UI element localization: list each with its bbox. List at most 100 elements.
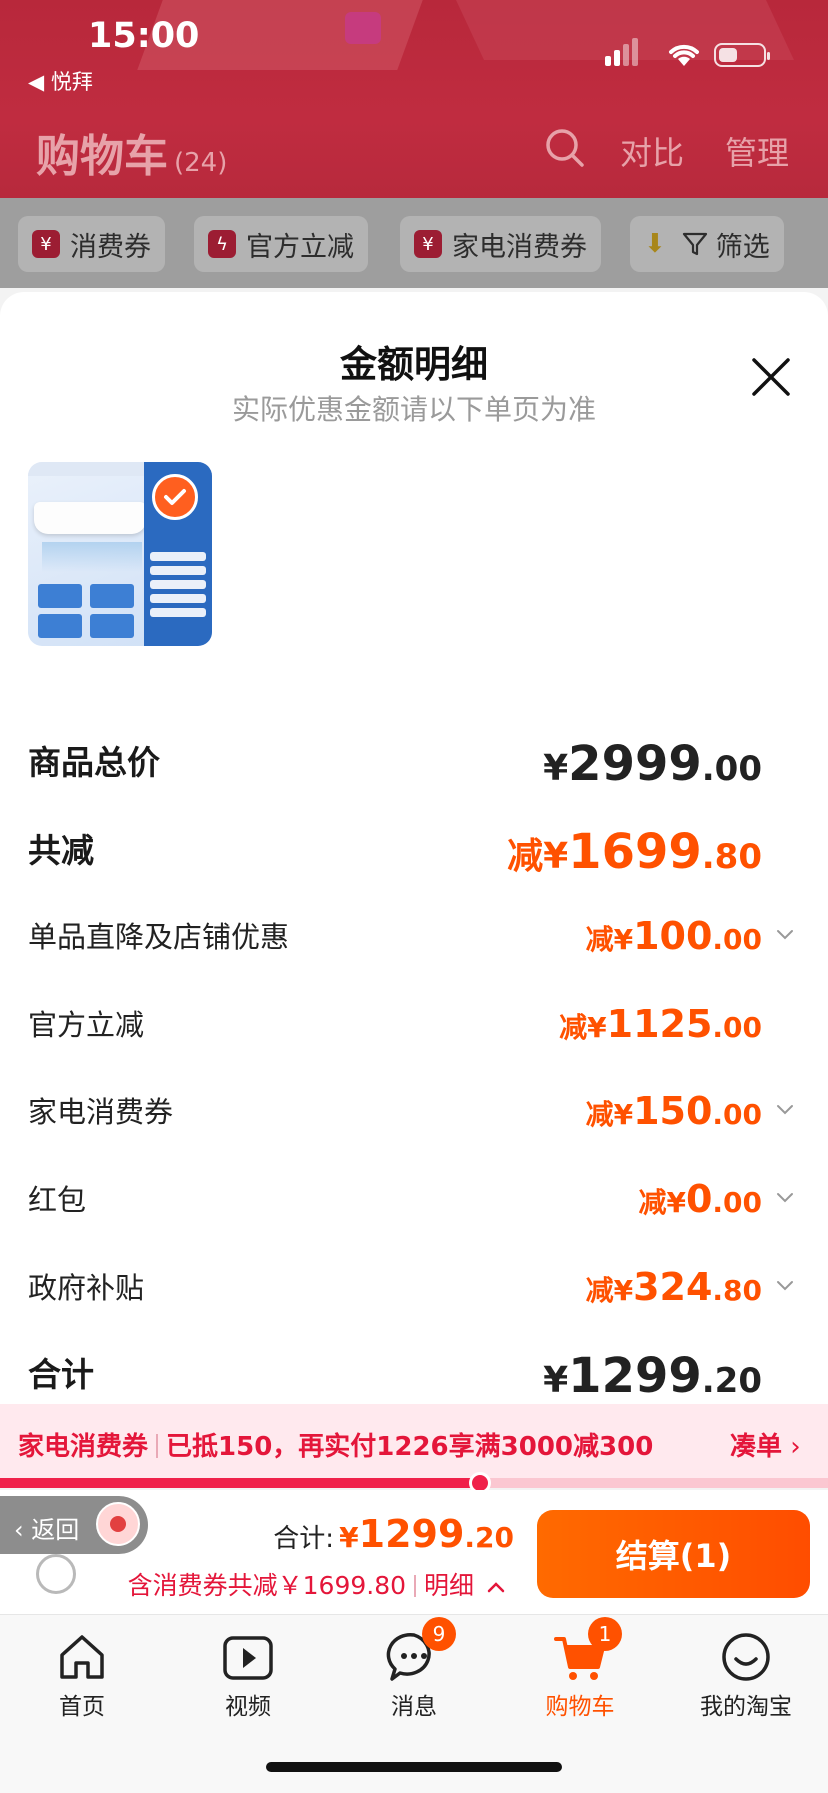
filter-chip-appliance-coupon[interactable]: ¥ 家电消费券 [400,216,601,272]
chevron-right-icon: › [790,1432,801,1462]
amount-integer: 100 [633,914,713,958]
close-icon[interactable] [750,356,792,398]
amount-decimal: .00 [712,1186,762,1219]
filter-chip-label: 官方立减 [246,231,354,263]
amount-integer: 1299 [358,1512,465,1556]
amount-decimal: .00 [712,923,762,956]
home-icon [54,1629,110,1685]
filter-chip-label: 筛选 [715,231,770,263]
amount-decimal: .00 [712,1098,762,1131]
airflow-graphic [42,542,142,572]
filter-chip-consumer-coupon[interactable]: ¥ 消费券 [18,216,165,272]
banner-message: 已抵150，再实付1226享满3000减300 [166,1432,654,1462]
add-on-label: 凑单 [730,1432,783,1462]
row-item-store-discount[interactable]: 单品直降及店铺优惠 减¥100.00 [28,914,798,964]
tab-home[interactable]: 首页 [12,1629,152,1721]
row-amount: 减¥100.00 [586,914,762,958]
message-badge: 9 [422,1617,456,1651]
cart-count: (24) [174,148,228,178]
chat-bubble-icon: 9 [386,1617,456,1685]
amount-prefix: 减¥ [559,1011,607,1044]
row-label: 共减 [28,831,94,870]
product-thumbnail[interactable] [28,462,212,646]
chevron-down-icon[interactable] [776,1277,794,1295]
chevron-down-icon[interactable] [776,1101,794,1119]
row-label: 政府补贴 [28,1271,145,1305]
row-amount: 减¥324.80 [586,1265,762,1309]
status-back-app: 悦拜 [50,70,93,94]
feature-tile [90,614,134,638]
amount-prefix: ¥ [339,1521,359,1554]
filter-chip-label: 家电消费券 [452,231,587,263]
amount-decimal: .20 [701,1361,762,1401]
battery-icon [714,43,770,67]
amount-decimal: .20 [464,1521,514,1554]
filter-chip-official-discount[interactable]: ϟ 官方立减 [194,216,368,272]
feature-line [150,566,206,575]
amount-decimal: .80 [712,1274,762,1307]
feature-line [150,594,206,603]
sheet-subtitle: 实际优惠金额请以下单页为准 [231,393,596,426]
return-button[interactable]: ‹ 返回 [0,1496,148,1554]
row-amount: 减¥1125.00 [559,1002,762,1046]
checkout-bar: ‹ 返回 合计: ¥1299.20 含消费券共减￥1699.80 明细 结算(1) [0,1490,828,1614]
tab-cart[interactable]: 1 购物车 [510,1617,650,1721]
return-text: 返回 [31,1516,80,1544]
filter-chip-filter[interactable]: ⬇ 筛选 [630,216,784,272]
amount-integer: 324 [633,1265,713,1309]
total-label: 合计: [273,1524,335,1554]
tab-messages[interactable]: 9 消息 [344,1617,484,1721]
row-label: 单品直降及店铺优惠 [28,920,290,954]
feature-line [150,608,206,617]
amount-decimal: .80 [701,837,762,877]
cart-badge: 1 [588,1617,622,1651]
progress-fill [0,1478,481,1488]
smiley-icon [718,1629,774,1685]
select-all-checkbox[interactable] [36,1554,76,1594]
manage-button[interactable]: 管理 [725,128,789,174]
row-grand-total: 合计 ¥1299.20 [28,1348,798,1404]
page-title-text: 购物车 [36,131,168,182]
row-government-subsidy[interactable]: 政府补贴 减¥324.80 [28,1265,798,1315]
sheet-title: 金额明细 [340,343,488,386]
compare-button[interactable]: 对比 [620,128,684,174]
checkout-button[interactable]: 结算(1) [537,1510,810,1598]
feature-tile [38,584,82,608]
row-label: 红包 [28,1183,87,1217]
return-label: ‹ 返回 [14,1516,80,1544]
wifi-icon [666,40,702,75]
amount-integer: 1699 [568,824,702,880]
row-red-packet[interactable]: 红包 减¥0.00 [28,1177,798,1227]
row-amount: 减¥0.00 [638,1177,762,1221]
tab-label: 消息 [391,1694,437,1720]
discount-summary[interactable]: 含消费券共减￥1699.80 明细 [128,1566,506,1602]
chevron-down-icon[interactable] [776,1189,794,1207]
checkout-total: 合计: ¥1299.20 [273,1512,514,1556]
status-back-link[interactable]: ◀ 悦拜 [28,66,93,96]
amount-integer: 2999 [568,736,702,792]
filter-chip-label: 消费券 [70,231,151,263]
row-amount: ¥1299.20 [543,1348,762,1404]
banner-coupon-name: 家电消费券 [18,1432,149,1462]
divider [156,1434,159,1458]
amount-prefix: 减¥ [585,1274,634,1307]
tab-label: 购物车 [545,1694,615,1720]
lightning-icon: ϟ [208,230,236,258]
chevron-down-icon[interactable] [776,926,794,944]
amount-prefix: 减¥ [585,1098,634,1131]
coupon-progress-banner[interactable]: 家电消费券 已抵150，再实付1226享满3000减300 凑单 › [0,1404,828,1480]
divider [414,1575,417,1597]
row-appliance-coupon[interactable]: 家电消费券 减¥150.00 [28,1089,798,1139]
detail-label: 明细 [424,1571,475,1600]
add-on-link[interactable]: 凑单 › [730,1426,801,1463]
row-label: 家电消费券 [28,1095,174,1129]
banner-text: 家电消费券 已抵150，再实付1226享满3000减300 [18,1426,653,1463]
tab-video[interactable]: 视频 [178,1629,318,1721]
amount-detail-sheet: 金额明细 实际优惠金额请以下单页为准 商品总价 ¥2999.00 共减 减¥16… [0,292,828,1404]
search-icon[interactable] [545,128,584,167]
row-official-discount: 官方立减 减¥1125.00 [28,1002,798,1052]
amount-prefix: 减¥ [638,1186,686,1219]
amount-integer: 1125 [606,1002,713,1046]
tab-my-taobao[interactable]: 我的淘宝 [676,1629,816,1721]
amount-prefix: 减¥ [585,923,634,956]
